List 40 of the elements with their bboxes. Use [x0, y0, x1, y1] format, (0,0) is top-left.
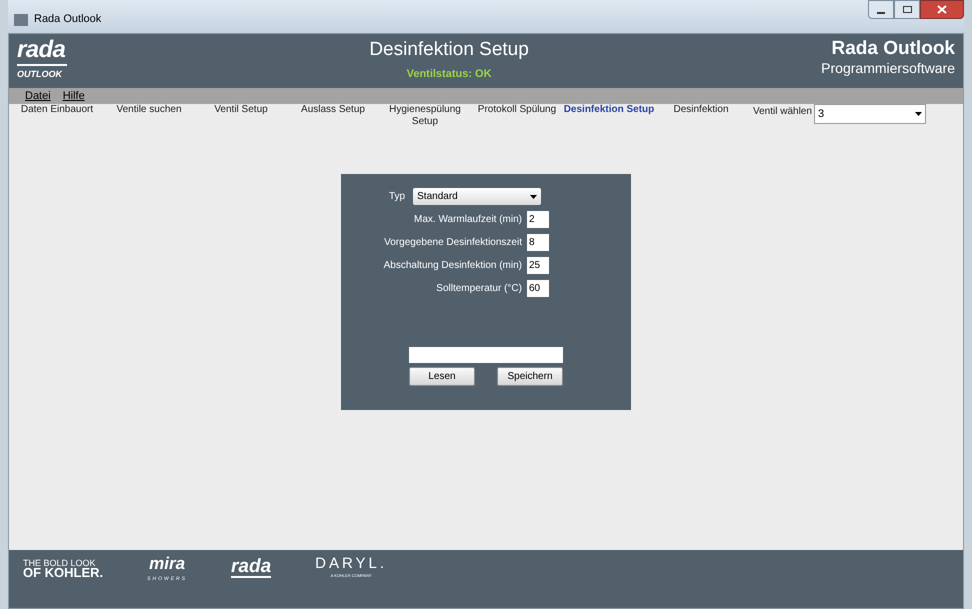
valve-select-label: Ventil wählen — [753, 105, 812, 119]
tab[interactable]: Desinfektion — [655, 104, 747, 116]
close-icon — [937, 5, 947, 14]
tab[interactable]: Auslass Setup — [287, 104, 379, 116]
menu-item[interactable]: Datei — [25, 88, 51, 104]
tab[interactable]: Daten Einbauort — [11, 104, 103, 116]
input-field[interactable]: 8 — [527, 234, 549, 251]
valve-status: Ventilstatus: OK — [406, 67, 492, 82]
tab[interactable]: Protokoll Spülung — [471, 104, 563, 116]
input-field[interactable]: 60 — [527, 280, 549, 297]
field-label: Solltemperatur (°C) — [436, 282, 522, 296]
tab[interactable]: Ventile suchen — [103, 104, 195, 116]
dropdown-icon — [914, 112, 922, 116]
menu-item[interactable]: Hilfe — [62, 88, 85, 104]
input-field[interactable]: 25 — [527, 257, 549, 274]
action-button[interactable]: Lesen — [409, 367, 475, 386]
logo: rada OUTLOOK — [17, 38, 68, 80]
brand-name: Rada Outlook — [831, 38, 955, 60]
field-label: Abschaltung Desinfektion (min) — [384, 259, 522, 273]
brand-subtitle: Programmiersoftware — [821, 60, 955, 76]
app-icon — [14, 14, 28, 26]
maximize-button[interactable] — [894, 0, 920, 19]
type-label: Typ — [389, 190, 406, 204]
kohler-logo: THE BOLD LOOK OF KOHLER. — [23, 558, 104, 578]
dropdown-icon — [530, 194, 538, 198]
message-field[interactable] — [409, 347, 563, 363]
tab[interactable]: Ventil Setup — [195, 104, 287, 116]
tab[interactable]: Desinfektion Setup — [563, 104, 655, 116]
tab[interactable]: Hygienespülung Setup — [379, 104, 471, 128]
rada-logo: rada — [231, 558, 272, 578]
minimize-button[interactable] — [868, 0, 894, 19]
type-dropdown[interactable]: Standard — [413, 188, 542, 205]
page-title: Desinfektion Setup — [369, 38, 529, 62]
close-button[interactable] — [920, 0, 964, 19]
valve-select[interactable]: 3 — [814, 104, 926, 124]
action-button[interactable]: Speichern — [497, 367, 563, 386]
window-title: Rada Outlook — [34, 12, 102, 28]
field-label: Max. Warmlaufzeit (min) — [414, 213, 522, 227]
field-label: Vorgegebene Desinfektionszeit — [384, 236, 522, 250]
input-field[interactable]: 2 — [527, 211, 549, 228]
